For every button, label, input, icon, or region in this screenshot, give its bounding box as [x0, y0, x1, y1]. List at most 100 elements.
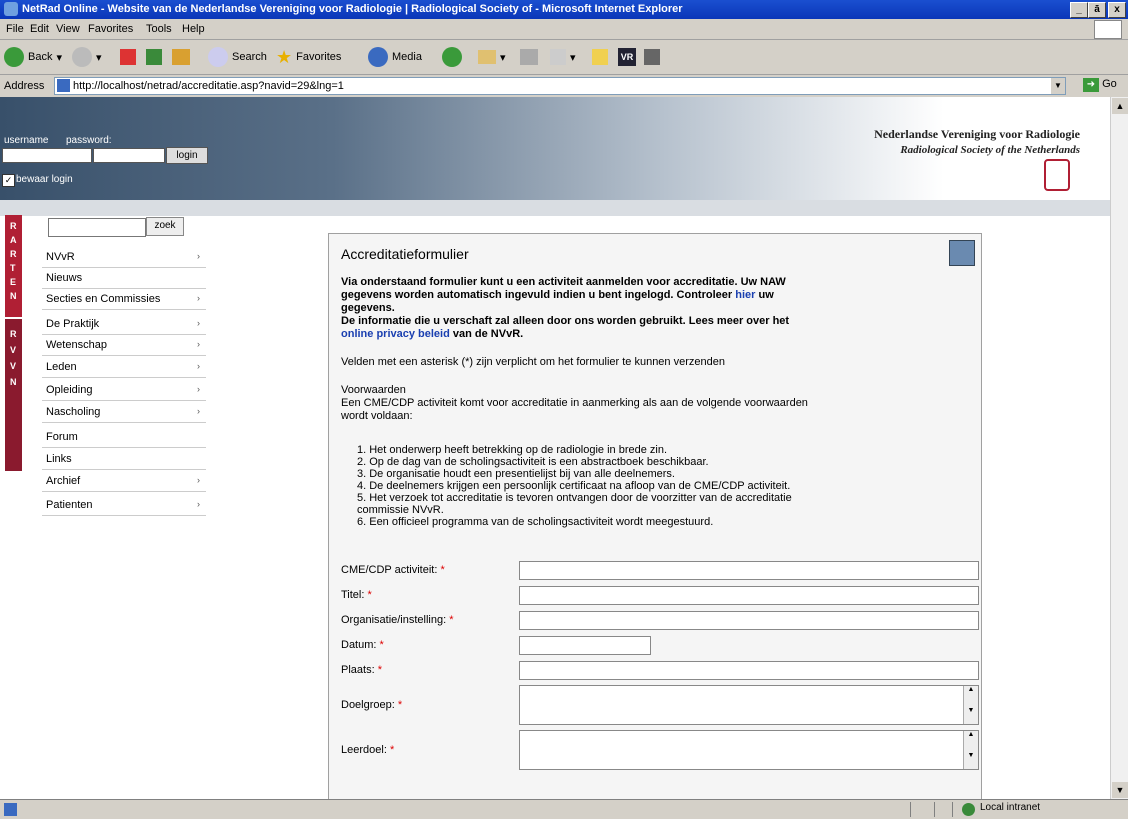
search-icon: [208, 47, 228, 67]
sidebar-search-input[interactable]: [48, 218, 146, 237]
stop-icon: [120, 49, 136, 65]
intro-text-1: Via onderstaand formulier kunt u een act…: [341, 276, 786, 288]
organisation-input[interactable]: [519, 611, 979, 630]
scroll-up-icon[interactable]: ▲: [1112, 98, 1128, 114]
go-button[interactable]: ➜ Go: [1083, 78, 1117, 92]
sidebar-item-opleiding[interactable]: Opleiding ›: [42, 380, 206, 401]
mail-button[interactable]: ▾: [478, 46, 506, 68]
menu-file[interactable]: File: [6, 23, 24, 35]
sidebar-item-nascholing[interactable]: Nascholing ›: [42, 402, 206, 423]
username-input[interactable]: [2, 148, 92, 163]
sidebar-item-secties[interactable]: Secties en Commissies ›: [42, 289, 206, 310]
condition-item: commissie NVvR.: [357, 504, 444, 516]
forward-button[interactable]: ▾: [72, 46, 102, 68]
condition-item: 5. Het verzoek tot accreditatie is tevor…: [357, 492, 792, 504]
sidebar-item-wetenschap[interactable]: Wetenschap ›: [42, 335, 206, 356]
address-bar: Address http://localhost/netrad/accredit…: [0, 75, 1128, 97]
star-icon: ★: [276, 46, 293, 67]
intro-text-3: gegevens.: [341, 302, 395, 314]
conditions-intro-2: wordt voldaan:: [341, 410, 413, 422]
address-dropdown-icon[interactable]: ▼: [1051, 78, 1065, 94]
accreditation-form-panel: Accreditatieformulier Via onderstaand fo…: [328, 233, 982, 799]
sidebar-item-patienten[interactable]: Patienten ›: [42, 495, 206, 516]
place-input[interactable]: [519, 661, 979, 680]
refresh-icon: [146, 49, 162, 65]
hier-link[interactable]: hier: [735, 289, 755, 301]
media-icon: [368, 47, 388, 67]
minimize-button[interactable]: _: [1070, 2, 1088, 18]
field-label-doelgroep: Doelgroep: *: [341, 699, 403, 711]
field-label-leerdoel: Leerdoel: *: [341, 744, 395, 756]
date-input[interactable]: [519, 636, 651, 655]
required-note: Velden met een asterisk (*) zijn verplic…: [341, 356, 725, 368]
favorites-button[interactable]: ★ Favorites: [276, 46, 341, 68]
sidebar-item-nieuws[interactable]: Nieuws: [42, 268, 206, 289]
sidebar-item-archief[interactable]: Archief ›: [42, 471, 206, 492]
maximize-button[interactable]: ā: [1088, 2, 1106, 18]
login-button[interactable]: login: [166, 147, 208, 164]
messenger-button[interactable]: VR: [618, 46, 636, 68]
password-input[interactable]: [93, 148, 165, 163]
sidebar-item-forum[interactable]: Forum: [42, 427, 206, 448]
scroll-down-icon[interactable]: ▼: [1112, 782, 1128, 798]
tool-button[interactable]: [644, 46, 660, 68]
home-button[interactable]: [172, 46, 190, 68]
netrad-band: RARTEN: [5, 215, 22, 317]
learning-goal-textarea[interactable]: ▲ ▼: [519, 730, 979, 770]
close-button[interactable]: x: [1108, 2, 1126, 18]
target-group-textarea[interactable]: ▲ ▼: [519, 685, 979, 725]
site-header: username password: login ✓ bewaar login …: [0, 97, 1110, 200]
privacy-text: De informatie die u verschaft zal alleen…: [341, 315, 790, 327]
print-icon: [520, 49, 538, 65]
stop-button[interactable]: [120, 46, 136, 68]
address-input[interactable]: http://localhost/netrad/accreditatie.asp…: [54, 77, 1066, 95]
vr-icon: VR: [618, 48, 636, 66]
remember-checkbox[interactable]: ✓: [2, 174, 15, 187]
menu-help[interactable]: Help: [182, 23, 205, 35]
sidebar-item-praktijk[interactable]: De Praktijk ›: [42, 314, 206, 335]
sidebar-item-nvvr[interactable]: NVvR ›: [42, 247, 206, 268]
search-button[interactable]: Search: [208, 46, 267, 68]
field-label-titel: Titel: *: [341, 589, 372, 601]
title-input[interactable]: [519, 586, 979, 605]
nvvr-logo-icon: [1044, 159, 1070, 191]
sidebar-item-links[interactable]: Links: [42, 449, 206, 470]
sidebar-item-leden[interactable]: Leden ›: [42, 357, 206, 378]
go-arrow-icon: ➜: [1083, 78, 1099, 92]
menu-edit[interactable]: Edit: [30, 23, 49, 35]
menu-favorites[interactable]: Favorites: [88, 23, 133, 35]
history-icon: [442, 47, 462, 67]
back-arrow-icon: [4, 47, 24, 67]
refresh-button[interactable]: [146, 46, 162, 68]
edit-button[interactable]: ▾: [550, 46, 576, 68]
conditions-intro-1: Een CME/CDP activiteit komt voor accredi…: [341, 397, 808, 409]
password-label: password:: [66, 135, 112, 146]
field-label-datum: Datum: *: [341, 639, 384, 651]
nvvr-band: RVVN: [5, 319, 22, 471]
form-icon: [949, 240, 975, 266]
page-scrollbar[interactable]: ▲ ▼: [1110, 97, 1128, 799]
history-button[interactable]: [442, 46, 462, 68]
menu-tools[interactable]: Tools: [146, 23, 172, 35]
print-button[interactable]: [520, 46, 538, 68]
forward-arrow-icon: [72, 47, 92, 67]
privacy-policy-link[interactable]: online privacy beleid: [341, 328, 450, 340]
tool-icon: [644, 49, 660, 65]
textarea-scrollbar[interactable]: ▲ ▼: [963, 731, 978, 769]
org-name-nl: Nederlandse Vereniging voor Radiologie: [874, 127, 1080, 141]
remember-label: bewaar login: [16, 174, 73, 185]
cme-activity-input[interactable]: [519, 561, 979, 580]
condition-item: 6. Een officieel programma van de scholi…: [357, 516, 714, 528]
back-button[interactable]: Back ▾: [4, 46, 62, 68]
condition-item: 1. Het onderwerp heeft betrekking op de …: [357, 444, 668, 456]
discuss-button[interactable]: [592, 46, 608, 68]
menu-view[interactable]: View: [56, 23, 80, 35]
edit-icon: [550, 49, 566, 65]
textarea-scrollbar[interactable]: ▲ ▼: [963, 686, 978, 724]
address-label: Address: [4, 80, 45, 92]
page-icon: [57, 79, 70, 92]
sidebar-search-button[interactable]: zoek: [146, 217, 184, 236]
status-bar: Local intranet: [0, 799, 1128, 819]
title-bar: NetRad Online - Website van de Nederland…: [0, 0, 1128, 19]
media-button[interactable]: Media: [368, 46, 422, 68]
